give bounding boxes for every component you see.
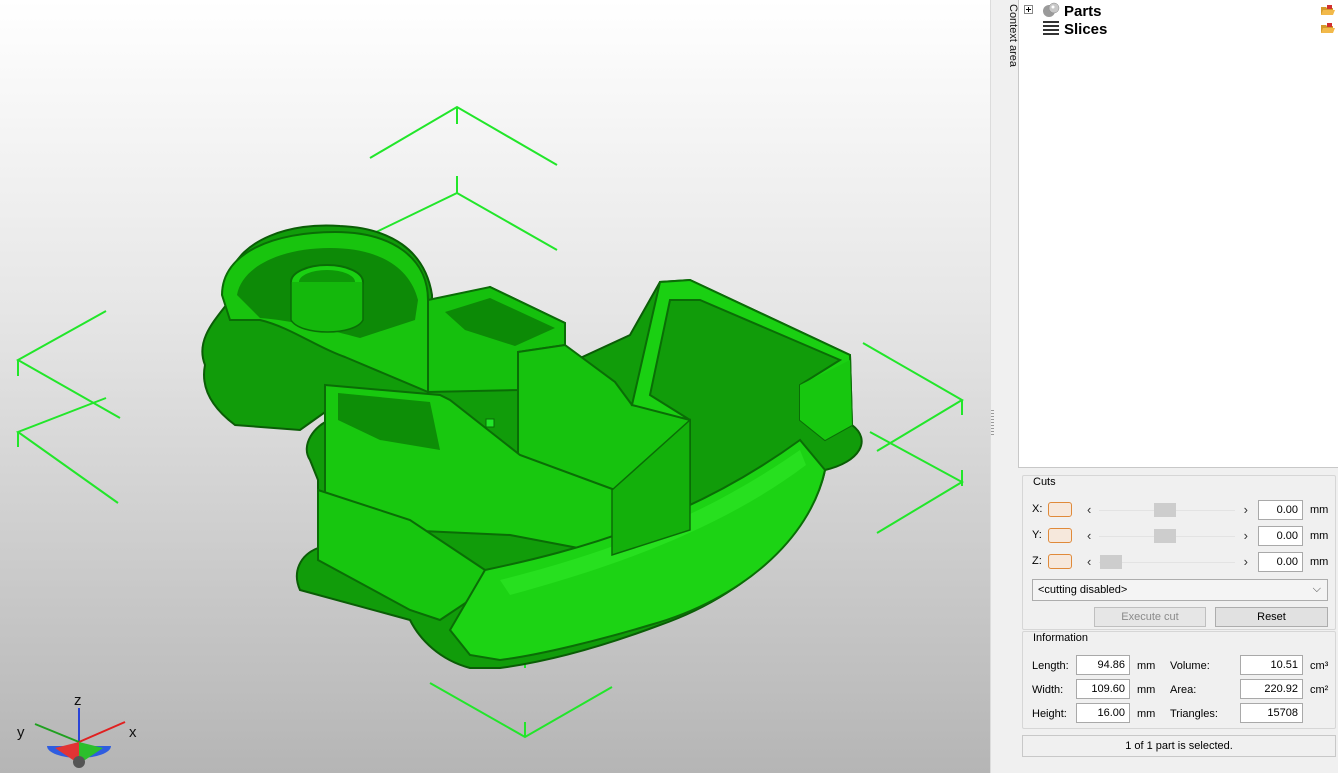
cut-axis-label: Y: — [1032, 529, 1042, 541]
width-value: 109.60 — [1076, 679, 1130, 699]
axis-x-label: x — [129, 724, 137, 741]
cut-axis-label: Z: — [1032, 555, 1042, 567]
chevron-down-icon: ⌵ — [1312, 583, 1321, 595]
slider-right-arrow-icon[interactable]: › — [1244, 555, 1248, 569]
cut-row-y: Y: ‹ › 0.00 mm — [1023, 525, 1337, 547]
cut-y-value[interactable]: 0.00 — [1258, 526, 1303, 546]
cut-x-slider[interactable]: ‹ › — [1085, 503, 1248, 517]
selection-status: 1 of 1 part is selected. — [1022, 735, 1336, 757]
execute-cut-button[interactable]: Execute cut — [1094, 607, 1206, 627]
cookie-cutter-model[interactable] — [201, 224, 863, 669]
cut-y-toggle[interactable] — [1048, 528, 1072, 543]
cut-axis-label: X: — [1032, 503, 1043, 515]
3d-viewport[interactable]: z x y — [0, 0, 990, 773]
volume-value: 10.51 — [1240, 655, 1303, 675]
cut-x-toggle[interactable] — [1048, 502, 1072, 517]
axis-z-label: z — [74, 692, 82, 709]
volume-label: Volume: — [1170, 660, 1210, 672]
area-value: 220.92 — [1240, 679, 1303, 699]
height-value: 16.00 — [1076, 703, 1130, 723]
area-label: Area: — [1170, 684, 1197, 696]
slider-left-arrow-icon[interactable]: ‹ — [1087, 555, 1091, 569]
axis-y-label: y — [17, 724, 25, 741]
cut-z-unit: mm — [1310, 556, 1329, 568]
context-area-strip[interactable] — [990, 0, 1018, 773]
cut-z-value[interactable]: 0.00 — [1258, 552, 1303, 572]
object-tree[interactable]: Parts Slices — [1018, 0, 1338, 468]
cut-mode-value: <cutting disabled> — [1038, 584, 1128, 596]
triangles-value: 15708 — [1240, 703, 1303, 723]
model-scene[interactable] — [0, 0, 990, 773]
slider-right-arrow-icon[interactable]: › — [1244, 503, 1248, 517]
cut-z-slider[interactable]: ‹ › — [1085, 555, 1248, 569]
cut-row-z: Z: ‹ › 0.00 mm — [1023, 551, 1337, 573]
expand-icon[interactable] — [1024, 5, 1033, 14]
tree-item-label: Slices — [1064, 21, 1108, 38]
length-label: Length: — [1032, 660, 1069, 672]
width-label: Width: — [1032, 684, 1064, 696]
tree-item-parts[interactable]: Parts — [1019, 2, 1338, 20]
length-value: 94.86 — [1076, 655, 1130, 675]
cuts-title: Cuts — [1031, 476, 1058, 488]
slider-thumb[interactable] — [1154, 503, 1176, 517]
splitter-grip[interactable] — [991, 410, 994, 436]
cut-x-unit: mm — [1310, 504, 1329, 516]
information-title: Information — [1031, 632, 1091, 644]
volume-unit: cm³ — [1310, 660, 1329, 672]
height-label: Height: — [1032, 708, 1067, 720]
cuts-panel: Cuts X: ‹ › 0.00 mm Y: ‹ › 0.00 mm Z: ‹ — [1022, 475, 1336, 630]
cut-mode-select[interactable]: <cutting disabled> ⌵ — [1032, 579, 1328, 601]
axis-gizmo: z x y — [0, 680, 160, 773]
parts-spheres-icon — [1043, 2, 1060, 17]
slider-thumb[interactable] — [1154, 529, 1176, 543]
tree-item-label: Parts — [1064, 3, 1102, 20]
slices-stack-icon — [1043, 21, 1059, 35]
slider-left-arrow-icon[interactable]: ‹ — [1087, 529, 1091, 543]
slider-thumb[interactable] — [1100, 555, 1122, 569]
height-unit: mm — [1137, 708, 1156, 720]
cut-y-unit: mm — [1310, 530, 1329, 542]
information-panel: Information Length: 94.86 mm Width: 109.… — [1022, 631, 1336, 729]
folder-open-icon[interactable] — [1321, 23, 1335, 34]
length-unit: mm — [1137, 660, 1156, 672]
cut-row-x: X: ‹ › 0.00 mm — [1023, 499, 1337, 521]
cut-y-slider[interactable]: ‹ › — [1085, 529, 1248, 543]
slider-right-arrow-icon[interactable]: › — [1244, 529, 1248, 543]
slider-left-arrow-icon[interactable]: ‹ — [1087, 503, 1091, 517]
cut-z-toggle[interactable] — [1048, 554, 1072, 569]
area-unit: cm² — [1310, 684, 1329, 696]
folder-open-icon[interactable] — [1321, 5, 1335, 16]
tree-item-slices[interactable]: Slices — [1019, 20, 1338, 38]
reset-button[interactable]: Reset — [1215, 607, 1328, 627]
cut-x-value[interactable]: 0.00 — [1258, 500, 1303, 520]
width-unit: mm — [1137, 684, 1156, 696]
triangles-label: Triangles: — [1170, 708, 1218, 720]
